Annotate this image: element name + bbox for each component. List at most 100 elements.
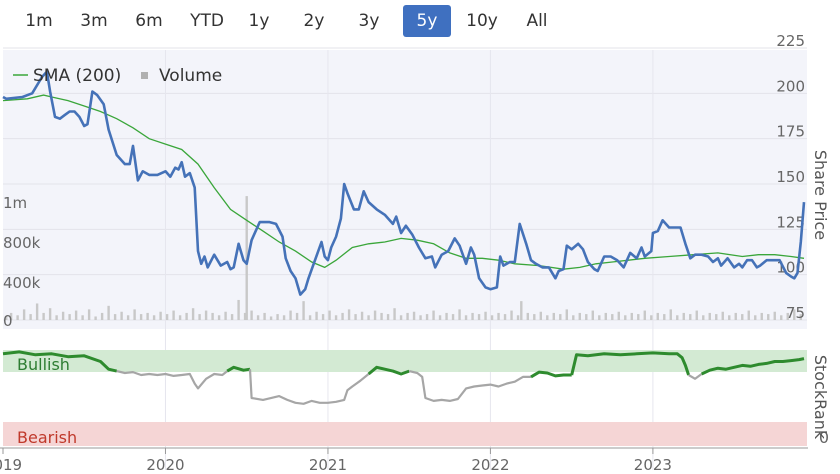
volume-bar: [178, 315, 182, 320]
volume-bar: [624, 315, 627, 320]
volume-bar: [432, 310, 435, 320]
bearish-band: [3, 422, 807, 446]
volume-bar: [458, 309, 461, 320]
volume-bar: [490, 315, 494, 320]
volume-bar: [295, 312, 299, 320]
volume-bar: [133, 309, 136, 320]
volume-bar: [412, 311, 416, 320]
volume-bar: [386, 314, 390, 320]
volume-bar: [471, 312, 474, 320]
volume-bar: [760, 312, 763, 320]
volume-bar: [68, 314, 71, 320]
volume-bar: [16, 315, 19, 320]
volume-bar: [48, 308, 52, 320]
volume-bar: [445, 312, 448, 320]
volume-bar: [217, 315, 221, 320]
stockrank-neutral-segment: [408, 370, 531, 402]
volume-bar: [656, 312, 659, 320]
volume-bar: [516, 315, 520, 320]
volume-bar: [185, 312, 188, 320]
volume-bar: [663, 314, 666, 320]
price-tick-label: 75: [786, 304, 805, 322]
volume-bar: [503, 314, 507, 320]
x-tick-label: 2023: [634, 456, 672, 474]
stock-chart: 75100125150175200225 0400k800k1m SMA (20…: [0, 32, 830, 474]
volume-bar: [308, 315, 312, 320]
stockrank-bullish-segment: [530, 370, 572, 379]
volume-bar: [165, 314, 169, 320]
volume-bar: [100, 312, 104, 320]
volume-bar: [263, 312, 266, 320]
volume-bar: [269, 316, 273, 320]
volume-tick-label: 800k: [3, 234, 41, 252]
volume-bar: [367, 315, 370, 320]
volume-bar: [191, 308, 195, 320]
x-tick-label: 2020: [146, 456, 184, 474]
volume-bar: [74, 310, 78, 320]
volume-bar: [419, 315, 422, 320]
volume-bar: [438, 315, 442, 320]
plot-background: [3, 50, 807, 329]
legend: SMA (200) Volume: [13, 66, 222, 86]
volume-bar: [708, 312, 711, 320]
volume-bar: [773, 311, 776, 320]
volume-bar: [55, 315, 58, 320]
volume-bar: [22, 309, 26, 320]
sma-legend-label: SMA (200): [33, 66, 121, 86]
volume-bar: [289, 310, 292, 320]
volume-bar: [484, 311, 487, 320]
volume-bar: [81, 315, 84, 320]
volume-bar: [741, 314, 744, 320]
volume-bar: [630, 312, 633, 320]
volume-bar: [328, 310, 331, 320]
volume-bar: [425, 314, 429, 320]
price-tick-label: 200: [776, 77, 805, 95]
x-tick-label: 2022: [471, 456, 509, 474]
volume-bar: [224, 311, 227, 320]
volume-bar: [107, 305, 110, 320]
volume-bar: [559, 314, 562, 320]
volume-bar: [276, 314, 279, 320]
volume-bar: [139, 314, 143, 320]
volume-bar: [172, 310, 175, 320]
stockrank-neutral-segment: [116, 370, 228, 390]
volume-bar: [734, 312, 737, 320]
year-axis: 2019 2020 2021 2022 2023: [0, 447, 808, 474]
price-tick-label: 225: [776, 32, 805, 50]
volume-bar: [497, 312, 500, 320]
volume-bar: [347, 309, 351, 320]
volume-bar: [334, 315, 338, 320]
volume-bar: [406, 312, 409, 320]
volume-bar: [617, 311, 620, 320]
volume-bar: [126, 315, 130, 320]
volume-bar: [321, 314, 325, 320]
volume-bar: [341, 312, 344, 320]
volume-bar: [526, 312, 529, 320]
volume-bar: [250, 310, 253, 320]
volume-bar: [360, 311, 364, 320]
volume-bar: [373, 310, 377, 320]
volume-bar: [198, 314, 201, 320]
volume-bar: [61, 311, 65, 320]
volume-bar: [477, 314, 481, 320]
stockrank-neutral-segment: [688, 373, 703, 380]
volume-bar: [539, 311, 542, 320]
price-axis-title: Share Price: [811, 150, 830, 240]
volume-bar: [204, 310, 208, 320]
volume-bar: [315, 311, 318, 320]
volume-bar: [464, 315, 468, 320]
volume-bar: [611, 314, 614, 320]
volume-bar: [598, 315, 601, 320]
volume-bar: [159, 311, 162, 320]
volume-bar: [695, 310, 698, 320]
volume-bar: [669, 309, 672, 320]
volume-bar: [552, 312, 555, 320]
volume-bar: [120, 311, 123, 320]
volume-bar: [702, 315, 705, 320]
volume-bar: [35, 303, 39, 320]
volume-bar: [282, 315, 286, 320]
volume-bar: [546, 315, 549, 320]
x-tick-label: 2021: [309, 456, 347, 474]
volume-bar: [780, 315, 783, 320]
volume-bar: [237, 299, 240, 320]
